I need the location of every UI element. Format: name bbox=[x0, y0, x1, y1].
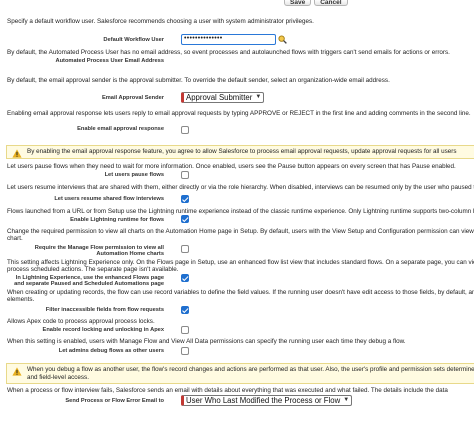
default-user-input[interactable]: •••••••••••••• bbox=[181, 34, 276, 45]
default-user-control: •••••••••••••• bbox=[181, 34, 276, 45]
debug-intro: When this setting is enabled, users with… bbox=[7, 338, 406, 345]
resume-label: Let users resume shared flow interviews bbox=[54, 196, 164, 202]
pause-control bbox=[181, 171, 189, 181]
approval-sender-select[interactable]: Approval Submitter ▼ bbox=[181, 92, 265, 103]
automated-process-intro: By default, the Automated Process User h… bbox=[7, 49, 450, 56]
default-user-intro: Specify a default workflow user. Salesfo… bbox=[7, 18, 314, 25]
filter-control bbox=[181, 306, 189, 316]
flow-list-control bbox=[181, 274, 189, 284]
warning-2-line-2: and field-level access. bbox=[27, 373, 89, 381]
email-response-warning: By enabling the email approval response … bbox=[6, 145, 474, 159]
debug-control bbox=[181, 347, 189, 357]
resume-checkbox[interactable] bbox=[181, 195, 189, 203]
email-response-label: Enable email approval response bbox=[77, 126, 164, 132]
lightning-runtime-intro: Flows launched from a URL or from Setup … bbox=[7, 208, 474, 215]
approval-sender-control: Approval Submitter ▼ bbox=[181, 92, 265, 103]
manage-flow-intro-2: chart. bbox=[7, 235, 23, 242]
pause-checkbox[interactable] bbox=[181, 171, 189, 179]
pause-label: Let users pause flows bbox=[104, 172, 164, 178]
manage-flow-intro-1: Change the required permission to view a… bbox=[7, 228, 474, 235]
filter-checkbox[interactable] bbox=[181, 306, 189, 314]
workflow-settings-page: Save Cancel Specify a default workflow u… bbox=[0, 0, 474, 427]
resume-control bbox=[181, 195, 189, 205]
warning-2-line-1: When you debug a flow as another user, t… bbox=[27, 366, 474, 373]
chevron-down-icon: ▼ bbox=[255, 94, 262, 100]
email-response-intro: Enabling email approval response lets us… bbox=[7, 110, 471, 117]
error-email-value: User Who Last Modified the Process or Fl… bbox=[186, 396, 341, 405]
pause-intro: Let users pause flows when they need to … bbox=[7, 163, 456, 170]
warning-icon bbox=[12, 367, 22, 376]
flow-list-intro-2: process scheduled actions. The separate … bbox=[7, 266, 179, 273]
apex-control bbox=[181, 326, 189, 336]
warning-1-text: By enabling the email approval response … bbox=[27, 148, 457, 155]
flow-list-label-2: and separate Paused and Scheduled Automa… bbox=[14, 281, 164, 287]
error-email-intro: When a process or flow interview fails, … bbox=[7, 387, 448, 394]
chevron-down-icon: ▼ bbox=[343, 397, 350, 403]
apex-intro: Allows Apex code to process approval pro… bbox=[7, 318, 155, 325]
manage-flow-control bbox=[181, 245, 189, 255]
email-response-control bbox=[181, 126, 189, 136]
debug-warning: When you debug a flow as another user, t… bbox=[6, 363, 474, 384]
email-response-checkbox[interactable] bbox=[181, 126, 189, 134]
debug-label: Let admins debug flows as other users bbox=[58, 348, 164, 354]
resume-intro: Let users resume interviews that are sha… bbox=[7, 184, 474, 191]
approval-sender-value: Approval Submitter bbox=[186, 93, 253, 102]
manage-flow-label-2: Automation Home charts bbox=[96, 251, 164, 257]
cancel-button[interactable]: Cancel bbox=[314, 0, 348, 6]
error-email-select[interactable]: User Who Last Modified the Process or Fl… bbox=[181, 395, 353, 406]
approval-sender-label: Email Approval Sender bbox=[101, 95, 164, 101]
error-email-control: User Who Last Modified the Process or Fl… bbox=[181, 395, 353, 406]
filter-label: Filter inaccessible fields from flow req… bbox=[45, 307, 164, 313]
error-email-label: Send Process or Flow Error Email to bbox=[65, 398, 164, 404]
debug-checkbox[interactable] bbox=[181, 347, 189, 355]
automated-process-label: Automated Process User Email Address bbox=[55, 58, 164, 64]
lookup-icon[interactable] bbox=[278, 35, 287, 44]
manage-flow-checkbox[interactable] bbox=[181, 245, 189, 253]
approval-sender-intro: By default, the email approval sender is… bbox=[7, 77, 390, 84]
filter-intro-2: elements. bbox=[7, 296, 35, 303]
lightning-runtime-label: Enable Lightning runtime for flows bbox=[70, 217, 164, 223]
warning-icon bbox=[12, 149, 22, 158]
apex-checkbox[interactable] bbox=[181, 326, 189, 334]
save-button[interactable]: Save bbox=[284, 0, 312, 6]
apex-label: Enable record locking and unlocking in A… bbox=[42, 327, 164, 333]
filter-intro-1: When creating or updating records, the f… bbox=[7, 289, 474, 296]
flow-list-checkbox[interactable] bbox=[181, 274, 189, 282]
lightning-runtime-control bbox=[181, 215, 189, 225]
lightning-runtime-checkbox[interactable] bbox=[181, 215, 189, 223]
top-buttons: Save Cancel bbox=[284, 0, 348, 6]
default-user-label: Default Workflow User bbox=[103, 37, 164, 43]
